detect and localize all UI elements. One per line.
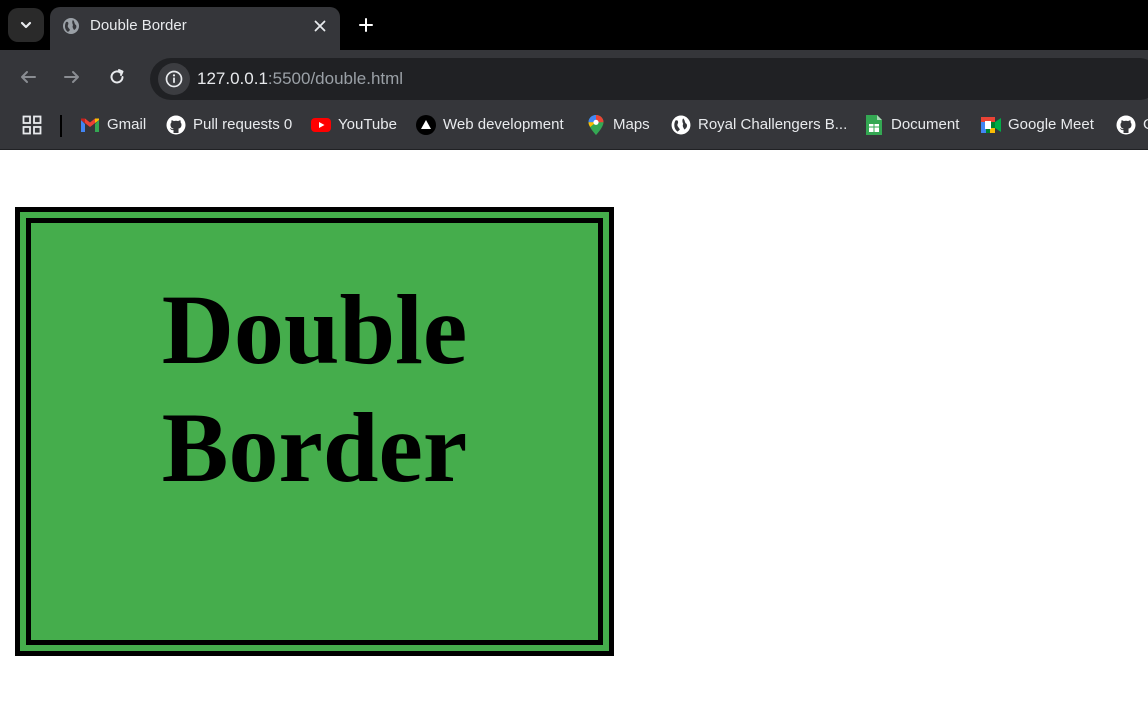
new-tab-button[interactable] [352,11,380,39]
tab-search-button[interactable] [8,8,44,42]
github-icon [1116,115,1136,135]
close-icon [314,20,326,32]
bookmark-label: Maps [613,116,650,133]
bookmark-github-truncated[interactable]: G [1116,112,1148,138]
bookmark-pull-requests[interactable]: Pull requests 0 [166,112,292,138]
bookmark-web-development[interactable]: Web development [416,112,564,138]
bookmark-maps[interactable]: Maps [586,112,650,138]
bookmark-label: Royal Challengers B... [698,116,848,133]
reload-icon [110,69,124,84]
site-info-button[interactable] [158,63,190,95]
address-bar[interactable]: 127.0.0.1:5500/double.html [150,58,1148,100]
bookmark-label: G [1143,116,1148,134]
page-heading: Double Border [161,274,468,503]
back-button[interactable] [15,64,41,90]
page-viewport: Double Border [0,151,1148,717]
arrow-left-icon [21,71,36,83]
meet-icon [981,117,1001,133]
youtube-icon [311,118,331,132]
maps-icon [588,115,604,135]
url-text[interactable]: 127.0.0.1:5500/double.html [197,69,403,89]
chevron-down-icon [20,21,32,29]
github-icon [166,115,186,135]
reload-button[interactable] [104,64,130,90]
gmail-icon [81,118,99,132]
bookmark-google-meet[interactable]: Google Meet [981,112,1094,138]
apps-grid-icon[interactable] [22,115,42,135]
arrow-right-icon [64,71,79,83]
globe-icon [671,115,691,135]
triangle-icon [416,115,436,135]
bookmark-label: Gmail [107,116,147,133]
bookmarks-bar: Gmail Pull requests 0 YouTube Web develo… [0,102,1148,150]
bookmark-label: Google Meet [1008,116,1094,133]
tab-strip: Double Border [0,0,1148,50]
browser-toolbar: 127.0.0.1:5500/double.html [0,50,1148,102]
bookmark-youtube[interactable]: YouTube [311,112,397,138]
bookmark-label: YouTube [338,116,397,133]
plus-icon [359,18,373,32]
tab-close-button[interactable] [310,16,330,36]
info-icon [165,70,183,88]
bookmark-gmail[interactable]: Gmail [80,112,146,138]
active-tab[interactable]: Double Border [50,7,340,50]
bookmark-label: Web development [443,116,564,133]
tab-title: Double Border [90,17,187,34]
bookmark-label: Document [891,116,960,133]
bookmarks-separator [60,115,62,137]
forward-button[interactable] [59,64,85,90]
docs-icon [866,115,882,135]
globe-icon [63,18,79,34]
url-path: :5500/double.html [267,69,404,88]
url-host: 127.0.0.1 [197,69,268,88]
bookmark-label: Pull requests 0 [193,116,293,133]
bookmark-document[interactable]: Document [864,112,959,138]
double-border-box: Double Border [15,207,614,656]
bookmark-royal-challengers[interactable]: Royal Challengers B... [671,112,847,138]
